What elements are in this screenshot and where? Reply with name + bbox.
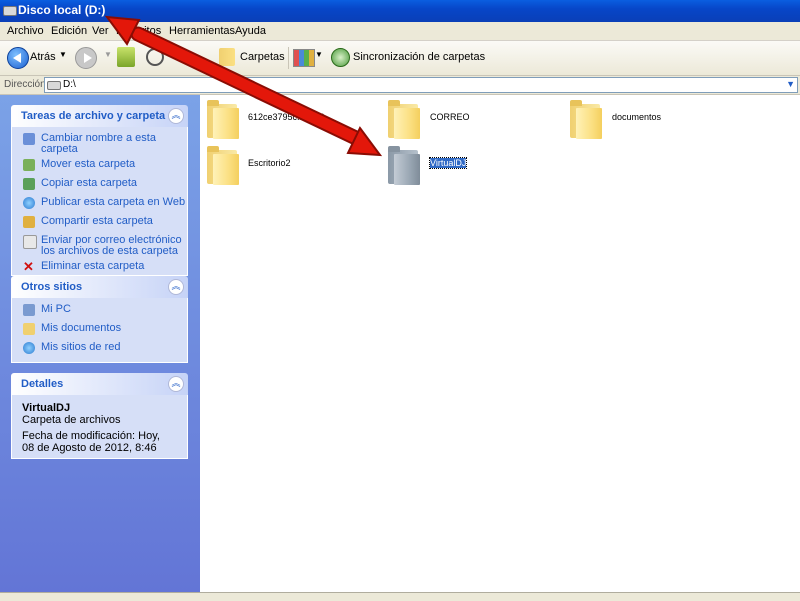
task-label: Copiar esta carpeta <box>41 177 137 189</box>
details-panel-header[interactable]: Detalles ︽ <box>11 373 188 395</box>
address-label: Dirección <box>4 79 46 90</box>
menu-bar: Archivo Edición Ver Favoritos Herramient… <box>0 22 800 41</box>
address-value: D:\ <box>63 79 76 90</box>
copy-icon <box>23 178 35 190</box>
menu-favoritos[interactable]: Favoritos <box>116 25 161 37</box>
folder-label[interactable]: 612ce3795c...0e06 <box>248 112 325 122</box>
back-dropdown-icon[interactable]: ▼ <box>59 50 67 59</box>
place-network[interactable]: Mis sitios de red <box>12 342 187 357</box>
folder-label-selected[interactable]: VirtualDJ <box>428 157 468 169</box>
details-panel: Detalles ︽ VirtualDJ Carpeta de archivos… <box>11 373 188 459</box>
collapse-icon[interactable]: ︽ <box>168 376 184 392</box>
search-icon[interactable] <box>146 48 164 66</box>
task-label: Compartir esta carpeta <box>41 215 153 227</box>
folder-label[interactable]: documentos <box>612 112 661 122</box>
computer-icon <box>23 304 35 316</box>
envelope-icon <box>23 235 37 249</box>
views-icon[interactable] <box>293 49 315 67</box>
task-label: Enviar por correo electrónico los archiv… <box>41 234 182 257</box>
tasks-panel: Tareas de archivo y carpeta ︽ Cambiar no… <box>11 105 188 276</box>
drive-icon <box>3 6 17 16</box>
folder-icon <box>213 108 239 139</box>
folder-correo[interactable] <box>388 100 422 140</box>
back-label[interactable]: Atrás <box>30 51 56 63</box>
folder-escritorio2[interactable] <box>207 146 241 186</box>
folder-612ce[interactable] <box>207 100 241 140</box>
forward-dropdown-icon[interactable]: ▼ <box>104 50 112 59</box>
task-label: Publicar esta carpeta en Web <box>41 196 186 208</box>
tasks-panel-body: Cambiar nombre a esta carpeta Mover esta… <box>11 127 188 276</box>
places-panel-body: Mi PC Mis documentos Mis sitios de red <box>11 298 188 363</box>
tasks-panel-header[interactable]: Tareas de archivo y carpeta ︽ <box>11 105 188 127</box>
task-pane: Tareas de archivo y carpeta ︽ Cambiar no… <box>0 95 200 592</box>
sync-icon <box>331 48 350 67</box>
folder-documentos[interactable] <box>570 100 604 140</box>
detail-name: VirtualDJ <box>22 402 71 414</box>
folder-view[interactable]: 612ce3795c...0e06 CORREO documentos Escr… <box>200 95 800 592</box>
toolbar-separator <box>288 47 289 69</box>
address-bar: Dirección D:\ ▼ <box>0 76 800 95</box>
folder-icon <box>213 154 239 185</box>
place-label: Mis sitios de red <box>41 341 121 353</box>
place-label: Mi PC <box>41 303 71 315</box>
back-button[interactable] <box>7 47 29 69</box>
address-field[interactable]: D:\ ▼ <box>44 77 798 93</box>
folders-button-label[interactable]: Carpetas <box>240 51 285 63</box>
menu-archivo[interactable]: Archivo <box>7 25 44 37</box>
places-panel-title: Otros sitios <box>21 281 83 293</box>
window-title: Disco local (D:) <box>18 3 106 17</box>
collapse-icon[interactable]: ︽ <box>168 279 184 295</box>
up-folder-icon[interactable] <box>117 47 135 67</box>
task-label: Cambiar nombre a esta carpeta <box>41 132 156 155</box>
title-bar: Disco local (D:) <box>0 0 800 22</box>
detail-modified: Fecha de modificación: Hoy, 08 de Agosto… <box>22 430 160 454</box>
place-my-documents[interactable]: Mis documentos <box>12 323 187 338</box>
folder-icon <box>394 108 420 139</box>
sync-button-label[interactable]: Sincronización de carpetas <box>353 51 485 63</box>
collapse-icon[interactable]: ︽ <box>168 108 184 124</box>
menu-edicion[interactable]: Edición <box>51 25 87 37</box>
places-panel: Otros sitios ︽ Mi PC Mis documentos Mis … <box>11 276 188 363</box>
views-dropdown-icon[interactable]: ▼ <box>315 50 323 59</box>
detail-type: Carpeta de archivos <box>22 414 121 426</box>
task-copy[interactable]: Copiar esta carpeta <box>12 178 187 193</box>
task-share[interactable]: Compartir esta carpeta <box>12 216 187 231</box>
toolbar: Atrás ▼ ▼ Carpetas ▼ Sincronización de c… <box>0 41 800 76</box>
task-rename[interactable]: Cambiar nombre a esta carpeta <box>12 133 187 155</box>
places-panel-header[interactable]: Otros sitios ︽ <box>11 276 188 298</box>
place-label: Mis documentos <box>41 322 122 334</box>
folder-label[interactable]: Escritorio2 <box>248 158 291 168</box>
move-icon <box>23 159 35 171</box>
task-label: Mover esta carpeta <box>41 158 136 170</box>
folder-virtualdj[interactable] <box>388 146 422 186</box>
folder-label[interactable]: CORREO <box>430 112 470 122</box>
network-icon <box>23 342 35 354</box>
delete-x-icon: ✕ <box>23 259 34 274</box>
folder-icon <box>394 154 420 185</box>
share-icon <box>23 216 35 228</box>
menu-herramientas[interactable]: Herramientas <box>169 25 235 37</box>
forward-button[interactable] <box>75 47 97 69</box>
folders-icon <box>219 48 235 66</box>
globe-icon <box>23 197 35 209</box>
place-my-computer[interactable]: Mi PC <box>12 304 187 319</box>
menu-ver[interactable]: Ver <box>92 25 109 37</box>
details-panel-body: VirtualDJ Carpeta de archivos Fecha de m… <box>11 395 188 459</box>
rename-icon <box>23 133 35 145</box>
documents-folder-icon <box>23 323 35 335</box>
menu-ayuda[interactable]: Ayuda <box>235 25 266 37</box>
folder-icon <box>576 108 602 139</box>
task-move[interactable]: Mover esta carpeta <box>12 159 187 174</box>
details-panel-title: Detalles <box>21 378 64 390</box>
drive-icon <box>47 81 61 90</box>
tasks-panel-title: Tareas de archivo y carpeta <box>21 110 166 122</box>
task-email[interactable]: Enviar por correo electrónico los archiv… <box>12 235 187 257</box>
task-publish-web[interactable]: Publicar esta carpeta en Web <box>12 197 187 212</box>
task-delete[interactable]: ✕ Eliminar esta carpeta <box>12 259 187 276</box>
task-label: Eliminar esta carpeta <box>41 260 145 272</box>
address-dropdown-icon[interactable]: ▼ <box>786 79 795 89</box>
